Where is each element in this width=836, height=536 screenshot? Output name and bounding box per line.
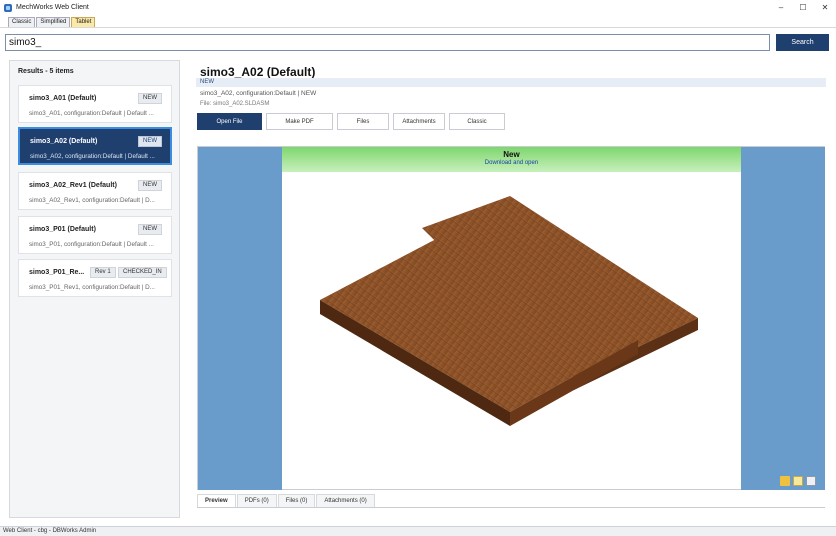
detail-title: simo3_A02 (Default) xyxy=(200,65,316,79)
fullscreen-icon[interactable] xyxy=(806,476,816,486)
attachments-button[interactable]: Attachments xyxy=(393,113,445,130)
detail-panel: simo3_A02 (Default) NEW simo3_A02, confi… xyxy=(188,60,829,518)
hand-tool-icon[interactable] xyxy=(780,476,790,486)
status-strip: NEW xyxy=(196,78,826,87)
tab-preview[interactable]: Preview xyxy=(197,494,236,507)
result-subtitle: simo3_A01, configuration:Default | Defau… xyxy=(29,110,154,117)
search-button[interactable]: Search xyxy=(776,34,829,51)
banner-title: New xyxy=(503,150,520,159)
status-badge: NEW xyxy=(138,93,162,104)
zoom-fit-icon[interactable] xyxy=(793,476,803,486)
minimize-button[interactable]: – xyxy=(770,0,792,15)
download-link[interactable]: Download and open xyxy=(282,160,741,166)
preview-tabs: Preview PDFs (0) Files (0) Attachments (… xyxy=(197,494,825,508)
detail-file-path: File: simo3_A02.SLDASM xyxy=(200,101,270,107)
search-row: Search xyxy=(0,27,836,57)
revision-badge: Rev 1 xyxy=(90,267,116,278)
close-button[interactable]: ✕ xyxy=(814,0,836,15)
tab-tablet[interactable]: Tablet xyxy=(71,17,96,27)
status-banner: New Download and open xyxy=(282,147,741,172)
result-subtitle: simo3_P01, configuration:Default | Defau… xyxy=(29,241,154,248)
preview-right-bar xyxy=(741,147,825,490)
classic-button[interactable]: Classic xyxy=(449,113,505,130)
result-subtitle: simo3_A02_Rev1, configuration:Default | … xyxy=(29,197,155,204)
results-title: Results - 5 items xyxy=(18,68,74,75)
result-subtitle: simo3_P01_Rev1, configuration:Default | … xyxy=(29,284,155,291)
result-card[interactable]: simo3_P01 (Default) NEW simo3_P01, confi… xyxy=(18,216,172,254)
status-badge: NEW xyxy=(138,136,162,147)
tab-files[interactable]: Files (0) xyxy=(277,494,316,507)
preview-left-bar xyxy=(198,147,282,490)
maximize-button[interactable]: ☐ xyxy=(792,0,814,15)
action-toolbar: Open File Make PDF Files Attachments Cla… xyxy=(197,113,509,130)
detail-configuration: simo3_A02, configuration:Default | NEW xyxy=(200,90,317,97)
model-preview-image xyxy=(320,196,698,426)
tab-attachments[interactable]: Attachments (0) xyxy=(316,494,375,507)
tab-pdfs[interactable]: PDFs (0) xyxy=(236,494,277,507)
window-title: MechWorks Web Client xyxy=(16,4,89,11)
result-card[interactable]: simo3_A01 (Default) NEW simo3_A01, confi… xyxy=(18,85,172,123)
app-logo-icon xyxy=(4,3,12,12)
result-title: simo3_A02 (Default) xyxy=(30,138,98,145)
result-title: simo3_A02_Rev1 (Default) xyxy=(29,182,117,189)
results-panel: Results - 5 items simo3_A01 (Default) NE… xyxy=(9,60,180,518)
mode-tabs: Classic Simplified Tablet xyxy=(8,17,96,27)
result-card[interactable]: simo3_P01_Re... Rev 1 CHECKED_IN simo3_P… xyxy=(18,259,172,297)
result-title: simo3_A01 (Default) xyxy=(29,95,97,102)
window-controls: – ☐ ✕ xyxy=(770,0,836,15)
tab-classic[interactable]: Classic xyxy=(8,17,36,27)
result-subtitle: simo3_A02, configuration:Default | Defau… xyxy=(30,153,155,160)
checked-in-badge: CHECKED_IN xyxy=(118,267,167,278)
search-input[interactable] xyxy=(5,34,770,51)
title-bar: MechWorks Web Client – ☐ ✕ xyxy=(0,0,836,15)
tab-simplified[interactable]: Simplified xyxy=(36,17,71,27)
make-pdf-button[interactable]: Make PDF xyxy=(266,113,333,130)
preview-area: New Download and open xyxy=(197,146,825,490)
result-card[interactable]: simo3_A02_Rev1 (Default) NEW simo3_A02_R… xyxy=(18,172,172,210)
status-badge: NEW xyxy=(138,180,162,191)
preview-tools xyxy=(777,476,816,486)
files-button[interactable]: Files xyxy=(337,113,389,130)
result-title: simo3_P01 (Default) xyxy=(29,226,96,233)
result-title: simo3_P01_Re... xyxy=(29,269,85,276)
result-card-selected[interactable]: simo3_A02 (Default) NEW simo3_A02, confi… xyxy=(18,127,172,165)
open-file-button[interactable]: Open File xyxy=(197,113,262,130)
status-badge: NEW xyxy=(138,224,162,235)
status-bar: Web Client - cbg - DBWorks Admin xyxy=(0,526,836,536)
